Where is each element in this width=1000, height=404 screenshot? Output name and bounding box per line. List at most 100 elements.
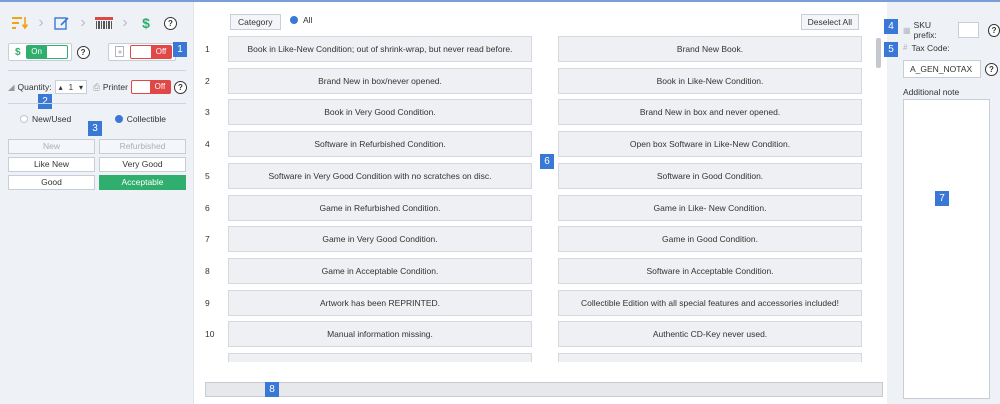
doc-refresh-icon [115,45,125,59]
price-switch-label: On [26,46,47,58]
row-number: 2 [205,75,210,86]
second-switch[interactable]: Off [130,45,172,59]
quantity-icon: ◢ [8,81,15,92]
row-number: 3 [205,107,210,118]
additional-note-textarea[interactable] [903,99,990,399]
condition-very-good-button[interactable]: Very Good [99,157,186,172]
condition-note-button[interactable]: Brand New in box and never opened. [558,99,862,126]
condition-note-button[interactable]: Software in Acceptable Condition. [558,257,862,284]
condition-note-button[interactable]: Book in Like-New Condition. [558,67,862,94]
condition-note-button[interactable]: Manual information missing. [228,321,532,348]
condition-note-button[interactable]: Game in Like- New Condition. [558,194,862,221]
condition-note-button[interactable]: Book in Like-New Condition; out of shrin… [228,36,532,62]
tax-code-row: # Tax Code: [903,43,950,53]
deselect-all-button[interactable]: Deselect All [800,14,859,30]
type-radio-group: New/Used Collectible [20,114,190,124]
radio-dot-selected [290,16,298,24]
condition-note-button[interactable]: Software in Very Good Condition with no … [228,162,532,189]
condition-notes-panel: Category All Deselect All 1 Book in Like-… [195,2,885,404]
help-icon[interactable]: ? [164,16,177,30]
condition-refurbished-button[interactable]: Refurbished [99,139,186,154]
badge-2: 2 [38,94,52,109]
price-switch[interactable]: On [25,45,68,59]
condition-note-button[interactable]: Artwork has been REPRINTED. [228,289,532,316]
condition-note-list: 1 Book in Like-New Condition; out of shri… [195,36,867,362]
second-toggle-row: Off [108,42,176,62]
workflow-steps: › › › $ ? [10,12,190,34]
help-icon[interactable]: ? [985,63,998,76]
radio-collectible[interactable]: Collectible [114,114,166,124]
list-item: 11 Only disc is included; no case or pack… [195,353,867,362]
radio-dot-selected [114,115,123,123]
row-number: 10 [205,329,215,340]
badge-7: 7 [935,191,949,206]
barcode-icon[interactable] [94,14,114,32]
divider [8,103,186,104]
list-item: 10 Manual information missing. Authentic C… [195,321,867,348]
price-toggle[interactable]: $ On [8,43,72,61]
list-item: 4 Software in Refurbished Condition. Open … [195,131,867,158]
stepper-up-icon[interactable]: ▴ [56,83,66,92]
row-number: 4 [205,139,210,150]
condition-note-button[interactable]: Collectible Edition with all special fea… [558,289,862,316]
condition-note-button[interactable]: Game in Very Good Condition. [228,226,532,253]
radio-dot [20,115,28,123]
chevron-right-icon: › [122,14,128,31]
list-item: 8 Game in Acceptable Condition. Software i… [195,257,867,284]
condition-note-button[interactable]: Open box Software in Like-New Condition. [558,131,862,158]
sort-list-icon[interactable] [10,14,30,32]
horizontal-scrollbar[interactable] [205,382,883,397]
list-item: 5 Software in Very Good Condition with no… [195,162,867,189]
list-item: 9 Artwork has been REPRINTED. Collectible … [195,289,867,316]
help-icon[interactable]: ? [173,80,187,94]
right-panel: 4 ▦ SKU prefix: ? 5 # Tax Code: A_GEN_NO… [884,2,1000,404]
badge-3: 3 [88,121,102,136]
row-number: 1 [205,44,210,54]
vertical-scrollbar[interactable] [876,38,881,68]
condition-note-button[interactable]: Game in Acceptable Condition. [228,257,532,284]
help-icon[interactable]: ? [76,45,90,59]
condition-like-new-button[interactable]: Like New [8,157,95,172]
condition-note-button[interactable]: Software in Refurbished Condition. [228,131,532,158]
badge-1: 1 [173,42,187,57]
sku-prefix-input[interactable] [957,22,980,38]
category-button[interactable]: Category [230,14,281,30]
condition-acceptable-button[interactable]: Acceptable [99,175,186,190]
condition-good-button[interactable]: Good [8,175,95,190]
row-number: 9 [205,297,210,308]
row-number: 11 [205,361,214,362]
stepper-down-icon[interactable]: ▾ [76,83,86,92]
condition-note-button[interactable]: Game in Refurbished Condition. [228,194,532,221]
quantity-row: ◢ Quantity: ▴ 1 ▾ ⎙ Printer Off ? [8,78,192,96]
left-panel: › › › $ ? $ On ? Off 1 ◢ Quantity: ▴ 1 ▾… [0,2,194,404]
row-number: 6 [205,202,210,213]
list-item: 7 Game in Very Good Condition. Game in Goo… [195,226,867,253]
tax-code-label: Tax Code: [911,43,950,53]
quantity-value[interactable]: 1 [66,83,76,92]
radio-new-used[interactable]: New/Used [20,114,71,124]
price-toggle-row: $ On ? [8,42,90,62]
radio-label: New/Used [32,114,72,124]
edit-doc-icon[interactable] [52,14,72,32]
condition-note-button[interactable]: Brand New Book. [558,36,862,62]
condition-note-button[interactable]: Book in Very Good Condition. [228,99,532,126]
badge-4: 4 [884,19,898,34]
condition-note-button[interactable]: Only disc is included; no case or packag… [228,353,532,362]
chevron-right-icon: › [38,14,44,31]
tax-code-select[interactable]: A_GEN_NOTAX [903,60,981,78]
printer-switch[interactable]: Off [130,80,171,94]
dollar-step-icon[interactable]: $ [136,14,156,32]
printer-icon: ⎙ [93,81,100,92]
all-radio[interactable]: All [290,15,312,25]
second-toggle[interactable]: Off [108,43,176,61]
condition-note-button[interactable]: Authentic CD-Key never used. [558,321,862,348]
additional-note-label: Additional note [903,87,960,97]
condition-note-button[interactable]: Complete with original packaging and all… [558,353,862,362]
condition-note-button[interactable]: Game in Good Condition. [558,226,862,253]
condition-note-button[interactable]: Software in Good Condition. [558,162,862,189]
quantity-stepper[interactable]: ▴ 1 ▾ [54,80,88,94]
condition-new-button[interactable]: New [8,139,95,154]
condition-note-button[interactable]: Brand New in box/never opened. [228,67,532,94]
badge-6: 6 [540,154,554,169]
help-icon[interactable]: ? [988,23,1000,37]
